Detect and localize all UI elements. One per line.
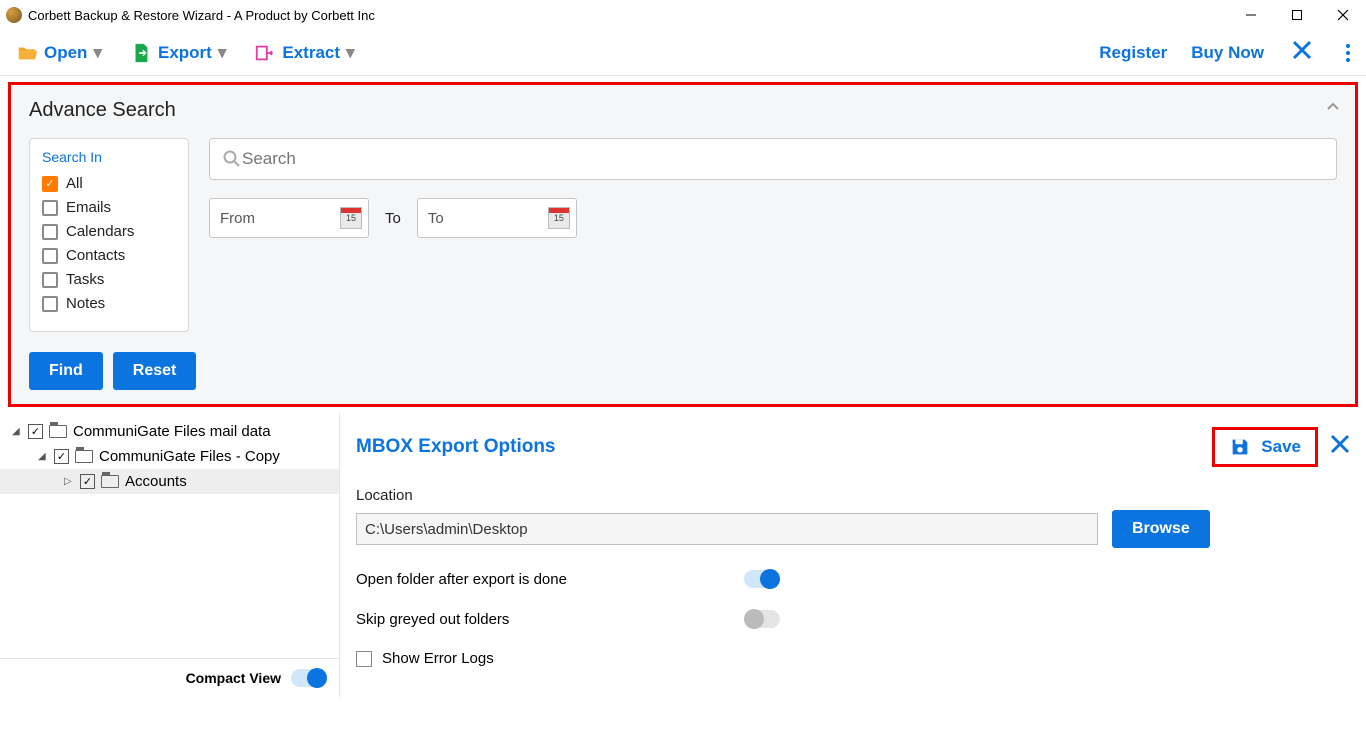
open-label: Open — [44, 43, 87, 63]
search-in-calendars[interactable]: Calendars — [42, 223, 176, 240]
location-input[interactable]: C:\Users\admin\Desktop — [356, 513, 1098, 545]
search-input[interactable] — [242, 149, 1324, 169]
file-export-icon — [130, 42, 152, 64]
checkbox-icon — [42, 248, 58, 264]
export-options-pane: MBOX Export Options Save Location C:\Use… — [340, 413, 1366, 697]
maximize-button[interactable] — [1274, 0, 1320, 30]
search-icon — [222, 149, 242, 169]
open-folder-label: Open folder after export is done — [356, 571, 567, 588]
toolbar-close-icon[interactable] — [1288, 39, 1316, 67]
calendar-icon: 15 — [340, 207, 362, 229]
calendar-icon: 15 — [548, 207, 570, 229]
checkbox-checked-icon[interactable] — [54, 449, 69, 464]
search-in-box: Search In ✓All Emails Calendars Contacts… — [29, 138, 189, 332]
checkbox-checked-icon[interactable] — [28, 424, 43, 439]
app-icon — [6, 7, 22, 23]
checkbox-icon — [42, 272, 58, 288]
search-in-emails[interactable]: Emails — [42, 199, 176, 216]
register-link[interactable]: Register — [1099, 43, 1167, 63]
location-label: Location — [356, 487, 1350, 504]
tree-node-copy[interactable]: ◢ CommuniGate Files - Copy — [0, 444, 339, 469]
checkbox-checked-icon[interactable] — [80, 474, 95, 489]
checkbox-icon — [42, 296, 58, 312]
compact-view-label: Compact View — [186, 670, 281, 686]
tree-node-root[interactable]: ◢ CommuniGate Files mail data — [0, 419, 339, 444]
folder-icon — [75, 450, 93, 463]
save-label: Save — [1261, 437, 1301, 457]
expander-icon[interactable]: ◢ — [38, 451, 48, 462]
compact-view-bar: Compact View — [0, 658, 339, 697]
export-title: MBOX Export Options — [356, 436, 556, 458]
extract-label: Extract — [282, 43, 340, 63]
folder-icon — [49, 425, 67, 438]
date-from-input[interactable]: From 15 — [209, 198, 369, 238]
reset-button[interactable]: Reset — [113, 352, 197, 390]
close-window-button[interactable] — [1320, 0, 1366, 30]
folder-tree-pane: ◢ CommuniGate Files mail data ◢ CommuniG… — [0, 413, 340, 697]
extract-icon — [254, 42, 276, 64]
open-folder-toggle[interactable] — [744, 570, 780, 588]
caret-down-icon: ▾ — [93, 43, 102, 63]
tree-label: CommuniGate Files - Copy — [99, 448, 280, 465]
expander-icon[interactable]: ▷ — [64, 476, 74, 487]
search-input-wrap[interactable] — [209, 138, 1337, 180]
close-export-icon[interactable] — [1330, 433, 1350, 461]
window-title: Corbett Backup & Restore Wizard - A Prod… — [28, 8, 375, 23]
minimize-button[interactable] — [1228, 0, 1274, 30]
save-icon — [1229, 436, 1251, 458]
skip-greyed-label: Skip greyed out folders — [356, 611, 509, 628]
expander-icon[interactable]: ◢ — [12, 426, 22, 437]
folder-open-icon — [16, 42, 38, 64]
save-button[interactable]: Save — [1212, 427, 1318, 467]
caret-down-icon: ▾ — [218, 43, 227, 63]
compact-view-toggle[interactable] — [291, 669, 327, 687]
search-in-contacts[interactable]: Contacts — [42, 247, 176, 264]
open-menu[interactable]: Open ▾ — [10, 38, 108, 68]
search-in-tasks[interactable]: Tasks — [42, 271, 176, 288]
to-placeholder: To — [428, 210, 444, 227]
extract-menu[interactable]: Extract ▾ — [248, 38, 360, 68]
advance-search-panel: Advance Search Search In ✓All Emails Cal… — [8, 82, 1358, 407]
kebab-menu-icon[interactable] — [1340, 44, 1356, 62]
tree-node-accounts[interactable]: ▷ Accounts — [0, 469, 339, 494]
find-button[interactable]: Find — [29, 352, 103, 390]
skip-greyed-toggle[interactable] — [744, 610, 780, 628]
export-menu[interactable]: Export ▾ — [124, 38, 232, 68]
search-in-notes[interactable]: Notes — [42, 295, 176, 312]
date-to-input[interactable]: To 15 — [417, 198, 577, 238]
collapse-icon[interactable] — [1325, 99, 1341, 118]
checkbox-icon[interactable] — [356, 651, 372, 667]
search-in-title: Search In — [42, 149, 176, 165]
folder-icon — [101, 475, 119, 488]
from-placeholder: From — [220, 210, 255, 227]
caret-down-icon: ▾ — [346, 43, 355, 63]
browse-button[interactable]: Browse — [1112, 510, 1210, 548]
tree-label: Accounts — [125, 473, 187, 490]
date-to-separator: To — [385, 210, 401, 227]
window-titlebar: Corbett Backup & Restore Wizard - A Prod… — [0, 0, 1366, 30]
checkbox-icon — [42, 200, 58, 216]
tree-label: CommuniGate Files mail data — [73, 423, 271, 440]
advance-search-title: Advance Search — [29, 99, 1337, 122]
show-error-label: Show Error Logs — [382, 650, 494, 667]
main-toolbar: Open ▾ Export ▾ Extract ▾ Register Buy N… — [0, 30, 1366, 76]
checkbox-checked-icon: ✓ — [42, 176, 58, 192]
export-label: Export — [158, 43, 212, 63]
buy-now-link[interactable]: Buy Now — [1191, 43, 1264, 63]
checkbox-icon — [42, 224, 58, 240]
search-in-all[interactable]: ✓All — [42, 175, 176, 192]
